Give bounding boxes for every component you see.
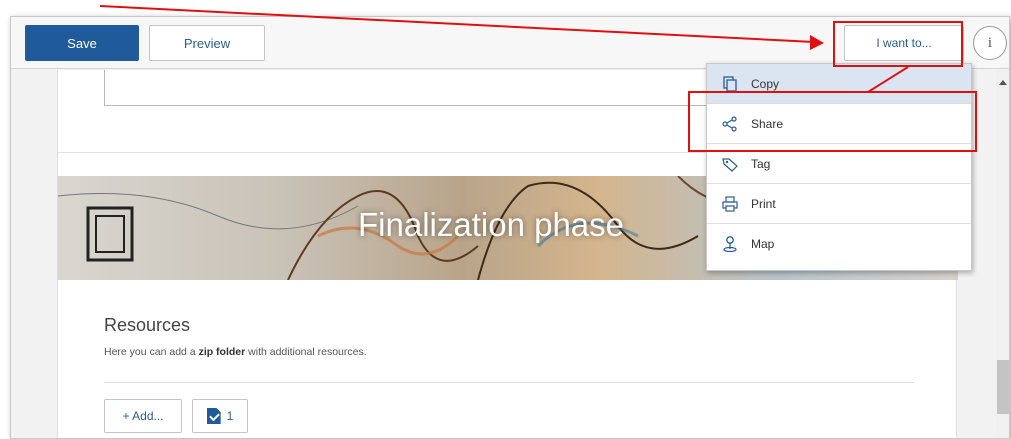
annotation-arrows bbox=[99, 5, 909, 93]
